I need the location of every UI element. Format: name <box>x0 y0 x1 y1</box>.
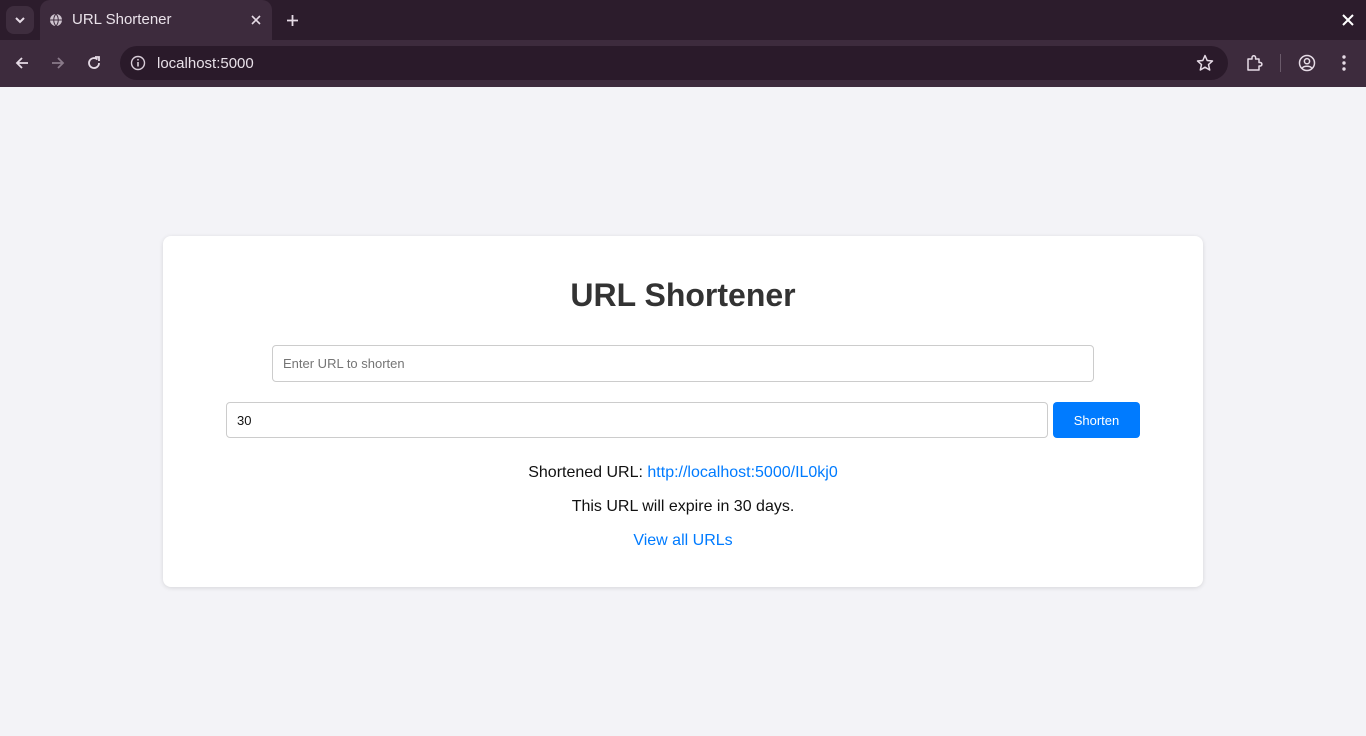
puzzle-icon <box>1247 54 1263 71</box>
extensions-button[interactable] <box>1243 52 1265 74</box>
back-button[interactable] <box>11 52 33 74</box>
close-icon <box>251 15 261 25</box>
address-text[interactable]: localhost:5000 <box>157 55 254 72</box>
arrow-left-icon <box>15 57 28 69</box>
profile-button[interactable] <box>1296 52 1318 74</box>
account-icon <box>1298 54 1316 72</box>
new-tab-button[interactable] <box>282 10 302 30</box>
plus-icon <box>286 14 298 26</box>
info-icon[interactable] <box>130 55 146 71</box>
short-url-link[interactable]: http://localhost:5000/IL0kj0 <box>647 464 837 481</box>
result-line: Shortened URL: http://localhost:5000/IL0… <box>163 464 1203 482</box>
forward-button[interactable] <box>47 52 69 74</box>
browser-toolbar: localhost:5000 <box>0 40 1366 87</box>
tab-close-button[interactable] <box>248 12 264 28</box>
tab-strip: URL Shortener <box>0 0 1366 40</box>
expiry-text: This URL will expire in 30 days. <box>571 498 795 515</box>
shortener-card: URL Shortener Shorten Shortened URL: htt… <box>163 236 1203 587</box>
view-all-line: View all URLs <box>163 532 1203 550</box>
reload-button[interactable] <box>83 52 105 74</box>
shorten-button[interactable]: Shorten <box>1053 402 1140 438</box>
tab-active[interactable]: URL Shortener <box>40 0 272 40</box>
toolbar-divider <box>1280 54 1281 72</box>
star-icon[interactable] <box>1196 54 1214 72</box>
globe-icon <box>50 13 62 27</box>
close-icon <box>1342 14 1354 26</box>
view-all-urls-link[interactable]: View all URLs <box>633 532 732 549</box>
expiry-days-input[interactable] <box>226 402 1048 438</box>
tab-title: URL Shortener <box>72 11 172 28</box>
window-close-button[interactable] <box>1339 11 1357 29</box>
reload-icon <box>88 56 100 69</box>
url-input[interactable] <box>272 345 1094 382</box>
page-title: URL Shortener <box>570 277 796 313</box>
result-label: Shortened URL: <box>528 464 643 481</box>
more-vert-icon <box>1342 55 1346 71</box>
menu-button[interactable] <box>1333 52 1355 74</box>
address-bar[interactable]: localhost:5000 <box>120 46 1228 80</box>
tab-search-button[interactable] <box>6 6 34 34</box>
chevron-down-icon <box>15 17 25 24</box>
arrow-right-icon <box>52 57 65 69</box>
